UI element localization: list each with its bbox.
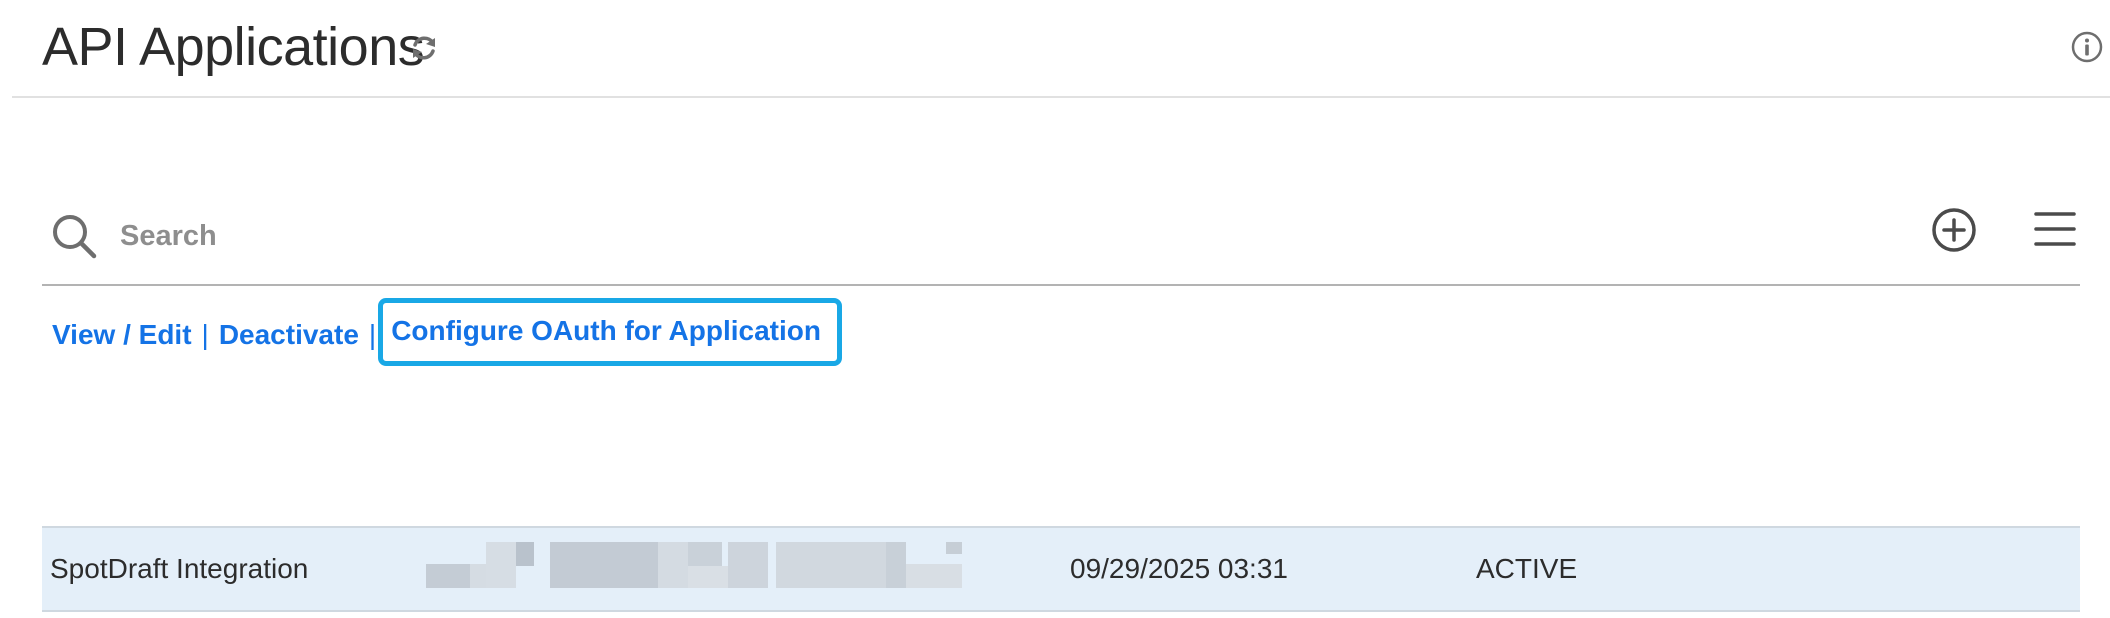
search-icon — [53, 215, 97, 259]
api-applications-page: API Applications View — [0, 0, 2110, 618]
application-name: SpotDraft Integration — [50, 553, 309, 584]
view-edit-link[interactable]: View / Edit — [52, 319, 192, 350]
row-actions: View / Edit | Deactivate | Configure OAuth f… — [52, 298, 842, 366]
application-status: ACTIVE — [1476, 553, 1578, 584]
configure-oauth-link[interactable]: Configure OAuth for Application — [391, 315, 821, 346]
info-icon[interactable] — [2070, 30, 2104, 64]
table-row[interactable]: SpotDraft Integration 09/29/2025 03:31 A… — [42, 526, 2080, 612]
add-application-icon[interactable] — [1930, 206, 1978, 254]
action-separator: | — [201, 319, 209, 350]
redacted-application-id — [426, 542, 986, 592]
hamburger-menu-icon[interactable] — [2032, 208, 2078, 250]
action-separator: | — [368, 319, 377, 350]
highlight-box: Configure OAuth for Application — [378, 298, 842, 366]
page-header: API Applications — [12, 0, 2110, 98]
application-date: 09/29/2025 03:31 — [1070, 553, 1288, 584]
refresh-icon[interactable] — [406, 30, 442, 66]
page-title: API Applications — [42, 17, 425, 77]
search-input[interactable] — [116, 210, 1820, 262]
search-bar — [42, 196, 2080, 286]
deactivate-link[interactable]: Deactivate — [219, 319, 359, 350]
